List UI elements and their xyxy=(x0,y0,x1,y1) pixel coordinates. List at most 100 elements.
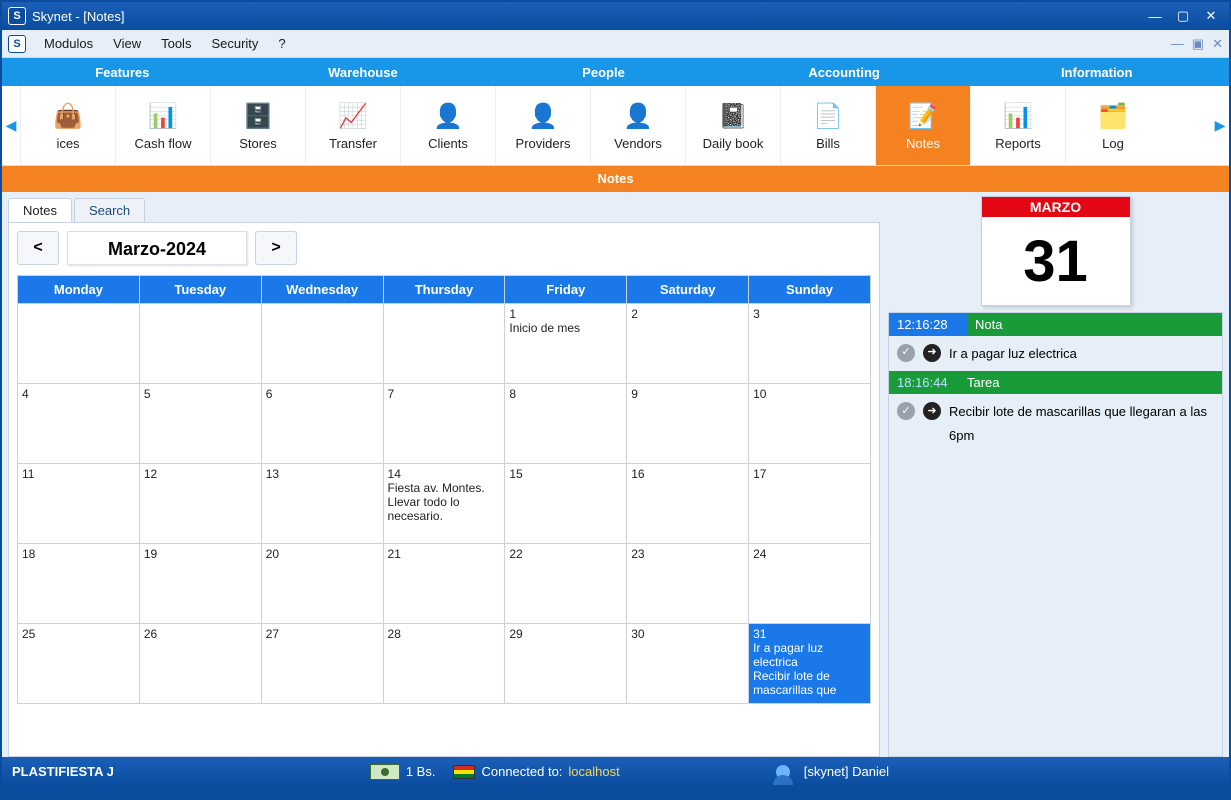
day-number: 27 xyxy=(266,627,379,641)
toolbar-reports[interactable]: 📊Reports xyxy=(970,86,1065,165)
month-nav: < Marzo-2024 > xyxy=(17,231,871,265)
toolbar-scroll-right[interactable]: ▶ xyxy=(1211,86,1229,165)
section-people[interactable]: People xyxy=(483,58,724,86)
toolbar-daily-book[interactable]: 📓Daily book xyxy=(685,86,780,165)
toolbar-cash-flow[interactable]: 📊Cash flow xyxy=(115,86,210,165)
day-number: 25 xyxy=(22,627,135,641)
calendar-cell[interactable]: 29 xyxy=(505,624,627,704)
weekday-header: Tuesday xyxy=(139,276,261,304)
calendar-cell[interactable] xyxy=(18,304,140,384)
calendar-cell[interactable]: 26 xyxy=(139,624,261,704)
day-number: 8 xyxy=(509,387,622,401)
calendar-cell[interactable]: 19 xyxy=(139,544,261,624)
day-number: 7 xyxy=(388,387,501,401)
calendar-cell[interactable]: 12 xyxy=(139,464,261,544)
calendar-cell[interactable]: 23 xyxy=(627,544,749,624)
section-features[interactable]: Features xyxy=(2,58,243,86)
section-accounting[interactable]: Accounting xyxy=(724,58,965,86)
workspace: Notes Search < Marzo-2024 > MondayTuesda… xyxy=(2,192,1229,757)
toolbar-providers[interactable]: 👤Providers xyxy=(495,86,590,165)
mdi-restore-icon[interactable]: ▣ xyxy=(1192,36,1204,52)
arrow-icon[interactable]: ➜ xyxy=(923,402,941,420)
calendar-cell[interactable]: 11 xyxy=(18,464,140,544)
note-header[interactable]: 12:16:28Nota xyxy=(889,313,1222,336)
next-month-button[interactable]: > xyxy=(255,231,297,265)
arrow-icon[interactable]: ➜ xyxy=(923,344,941,362)
calendar-cell[interactable] xyxy=(139,304,261,384)
calendar-cell[interactable]: 9 xyxy=(627,384,749,464)
calendar-cell[interactable]: 16 xyxy=(627,464,749,544)
toolbar-label: Reports xyxy=(995,136,1041,151)
calendar-cell[interactable] xyxy=(261,304,383,384)
menu-view[interactable]: View xyxy=(103,36,151,51)
day-number: 24 xyxy=(753,547,866,561)
menu-tools[interactable]: Tools xyxy=(151,36,201,51)
note-time: 12:16:28 xyxy=(889,313,967,336)
day-number: 10 xyxy=(753,387,866,401)
toolbar-label: Vendors xyxy=(614,136,662,151)
mdi-close-icon[interactable]: ✕ xyxy=(1212,36,1223,52)
check-icon[interactable]: ✓ xyxy=(897,402,915,420)
calendar-cell[interactable]: 3 xyxy=(749,304,871,384)
note-header[interactable]: 18:16:44Tarea xyxy=(889,371,1222,394)
calendar-cell[interactable]: 8 xyxy=(505,384,627,464)
calendar-cell[interactable]: 24 xyxy=(749,544,871,624)
calendar-cell[interactable] xyxy=(383,304,505,384)
status-connection: Connected to: localhost xyxy=(453,764,619,779)
section-information[interactable]: Information xyxy=(964,58,1229,86)
mdi-minimize-icon[interactable]: — xyxy=(1171,36,1184,52)
calendar-cell[interactable]: 30 xyxy=(627,624,749,704)
toolbar-scroll-left[interactable]: ◀ xyxy=(2,86,20,165)
calendar-cell[interactable]: 31Ir a pagar luz electrica Recibir lote … xyxy=(749,624,871,704)
calendar-cell[interactable]: 15 xyxy=(505,464,627,544)
menu-security[interactable]: Security xyxy=(201,36,268,51)
calendar-cell[interactable]: 14Fiesta av. Montes. Llevar todo lo nece… xyxy=(383,464,505,544)
toolbar-stores[interactable]: 🗄️Stores xyxy=(210,86,305,165)
notes-list: 12:16:28Nota✓➜Ir a pagar luz electrica18… xyxy=(888,312,1223,757)
tab-notes[interactable]: Notes xyxy=(8,198,72,222)
calendar-cell[interactable]: 18 xyxy=(18,544,140,624)
calendar-cell[interactable]: 20 xyxy=(261,544,383,624)
day-number: 22 xyxy=(509,547,622,561)
menu-modulos[interactable]: Modulos xyxy=(34,36,103,51)
calendar-cell[interactable]: 10 xyxy=(749,384,871,464)
toolbar-label: Daily book xyxy=(703,136,764,151)
calendar-cell[interactable]: 28 xyxy=(383,624,505,704)
calendar-cell[interactable]: 22 xyxy=(505,544,627,624)
prev-month-button[interactable]: < xyxy=(17,231,59,265)
calendar-cell[interactable]: 7 xyxy=(383,384,505,464)
day-number: 4 xyxy=(22,387,135,401)
tab-search[interactable]: Search xyxy=(74,198,145,222)
app-menu-icon[interactable]: S xyxy=(8,35,26,53)
calendar-cell[interactable]: 4 xyxy=(18,384,140,464)
calendar-cell[interactable]: 17 xyxy=(749,464,871,544)
calendar-cell[interactable]: 27 xyxy=(261,624,383,704)
close-button[interactable]: ✕ xyxy=(1199,7,1223,25)
status-host-link[interactable]: localhost xyxy=(568,764,619,779)
calendar-cell[interactable]: 6 xyxy=(261,384,383,464)
maximize-button[interactable]: ▢ xyxy=(1171,7,1195,25)
calendar-cell[interactable]: 21 xyxy=(383,544,505,624)
toolbar-label: Providers xyxy=(516,136,571,151)
day-number: 2 xyxy=(631,307,744,321)
calendar-table: MondayTuesdayWednesdayThursdayFridaySatu… xyxy=(17,275,871,704)
toolbar-bills[interactable]: 📄Bills xyxy=(780,86,875,165)
section-warehouse[interactable]: Warehouse xyxy=(243,58,484,86)
minimize-button[interactable]: — xyxy=(1143,7,1167,25)
toolbar-transfer[interactable]: 📈Transfer xyxy=(305,86,400,165)
calendar-cell[interactable]: 25 xyxy=(18,624,140,704)
calendar-cell[interactable]: 5 xyxy=(139,384,261,464)
check-icon[interactable]: ✓ xyxy=(897,344,915,362)
toolbar-log[interactable]: 🗂️Log xyxy=(1065,86,1160,165)
toolbar-ices[interactable]: 👜ices xyxy=(20,86,115,165)
toolbar-clients[interactable]: 👤Clients xyxy=(400,86,495,165)
toolbar-notes[interactable]: 📝Notes xyxy=(875,86,970,165)
calendar-cell[interactable]: 13 xyxy=(261,464,383,544)
calendar-cell[interactable]: 1Inicio de mes xyxy=(505,304,627,384)
calendar-cell[interactable]: 2 xyxy=(627,304,749,384)
status-company: PLASTIFIESTA J xyxy=(12,764,114,779)
toolbar-vendors[interactable]: 👤Vendors xyxy=(590,86,685,165)
menu-help[interactable]: ? xyxy=(268,36,295,51)
day-number: 31 xyxy=(753,627,866,641)
day-number: 19 xyxy=(144,547,257,561)
